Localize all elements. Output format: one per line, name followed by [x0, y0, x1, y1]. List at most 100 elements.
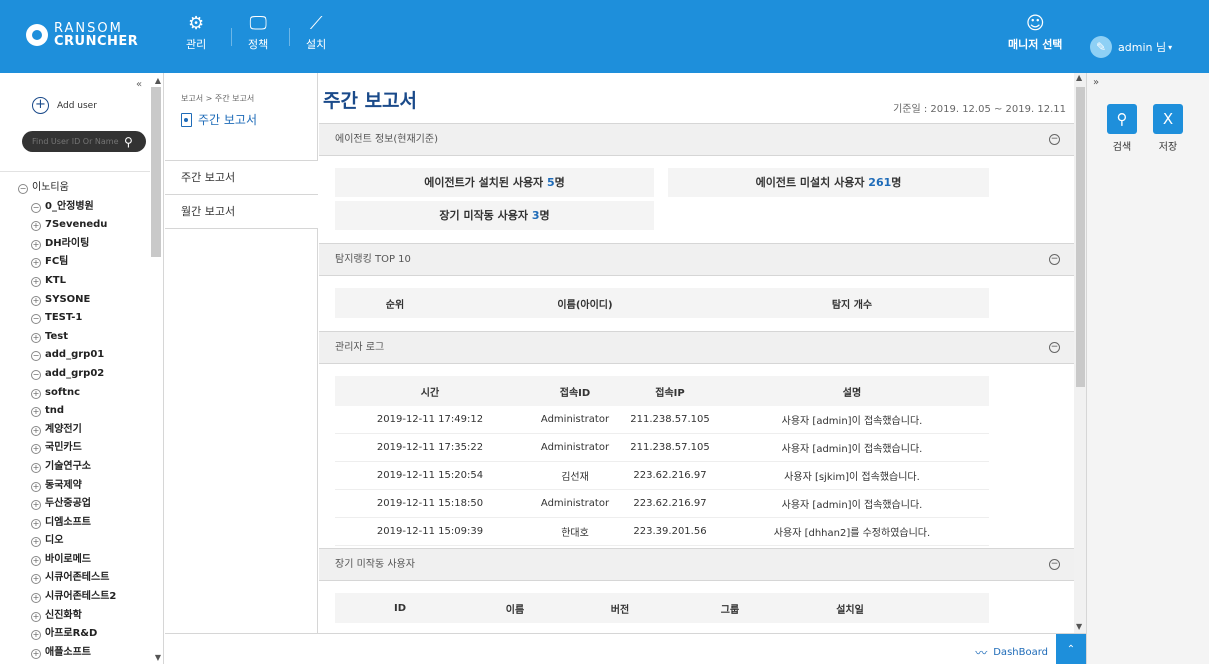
table-cell: 사용자 [admin]이 접속했습니다. — [781, 416, 923, 427]
expand-icon[interactable]: + — [31, 332, 41, 343]
table-row[interactable]: 2019-12-11 15:20:54 김선재 223.62.216.97 사용자 [… — [335, 462, 989, 490]
subnav-title: 주간 보고서 — [181, 111, 257, 128]
dashboard-link[interactable]: 〰 DashBoard — [975, 644, 1048, 661]
tree-node[interactable]: + 애플소프트 — [18, 644, 116, 663]
brand-logo[interactable]: RANSOM CRUNCHER — [26, 22, 138, 48]
expand-icon[interactable]: + — [31, 518, 41, 529]
expand-icon[interactable]: + — [31, 593, 41, 604]
table-cell: 211.238.57.105 — [630, 442, 710, 453]
nav-policy[interactable]: 🖵 정책 — [248, 12, 268, 52]
expand-icon[interactable]: + — [31, 276, 41, 287]
tree-node[interactable]: + SYSONE — [18, 291, 116, 310]
scroll-up-icon[interactable]: ▲ — [155, 76, 161, 85]
stat-count[interactable]: 261 — [868, 176, 891, 189]
table-cell: 211.238.57.105 — [630, 414, 710, 425]
scroll-up-icon[interactable]: ▲ — [1076, 73, 1082, 82]
expand-icon[interactable]: + — [31, 630, 41, 641]
tree-node-label: 신진화학 — [45, 609, 82, 621]
tree-node[interactable]: + softnc — [18, 384, 116, 403]
tree-root-label: 이노티움 — [32, 182, 69, 193]
tree-node[interactable]: + FC팀 — [18, 253, 116, 272]
stat-count[interactable]: 5 — [547, 176, 555, 189]
tree-node[interactable]: + 시큐어존테스트 — [18, 569, 116, 588]
tree-node[interactable]: − add_grp01 — [18, 346, 116, 365]
tree-node[interactable]: + 두산중공업 — [18, 495, 116, 514]
collapse-icon[interactable]: − — [31, 202, 41, 213]
expand-icon[interactable]: + — [31, 407, 41, 418]
expand-icon[interactable]: + — [31, 295, 41, 306]
scroll-top-button[interactable]: ⌃ — [1056, 634, 1086, 664]
tree-node[interactable]: + 아프로R&D — [18, 625, 116, 644]
expand-icon[interactable]: + — [31, 648, 41, 659]
expand-icon[interactable]: + — [31, 221, 41, 232]
expand-icon[interactable]: + — [31, 574, 41, 585]
collapse-icon[interactable]: − — [1049, 134, 1060, 145]
expand-icon[interactable]: + — [31, 462, 41, 473]
table-header: 순위 이름(아이디) 탐지 개수 — [335, 288, 989, 318]
table-row[interactable]: 2019-12-11 15:09:39 한대호 223.39.201.56 사용자 [… — [335, 518, 989, 546]
expand-icon[interactable]: + — [31, 258, 41, 269]
collapse-icon[interactable]: − — [31, 351, 41, 362]
tree-node[interactable]: + KTL — [18, 272, 116, 291]
section-title: 관리자 로그 — [335, 342, 385, 353]
nav-manage[interactable]: ⚙ 관리 — [186, 12, 206, 52]
table-row[interactable]: 2019-12-11 17:35:22 Administrator 211.238.… — [335, 434, 989, 462]
tree-node[interactable]: +7Sevenedu — [18, 216, 116, 235]
tree-node[interactable]: −0_안정병원 — [18, 198, 116, 217]
tree-node-label: softnc — [45, 386, 80, 398]
subnav-item-monthly[interactable]: 월간 보고서 — [165, 194, 318, 229]
collapse-icon[interactable]: − — [1049, 342, 1060, 353]
tree-node-label: FC팀 — [45, 256, 69, 268]
avatar-icon: ✎ — [1090, 36, 1112, 58]
tree-node[interactable]: + 신진화학 — [18, 607, 116, 626]
expand-icon[interactable]: + — [31, 239, 41, 250]
table-row[interactable]: 2019-12-11 17:49:12 Administrator 211.238.… — [335, 406, 989, 434]
manager-select-button[interactable]: ☺ 매니저 선택 — [1008, 12, 1062, 52]
expand-icon[interactable]: + — [31, 555, 41, 566]
tree-node[interactable]: + 디엠소프트 — [18, 514, 116, 533]
tree-node[interactable]: + Test — [18, 328, 116, 347]
tree-node[interactable]: + DH라이팅 — [18, 235, 116, 254]
nav-install[interactable]: ⟋ 설치 — [306, 12, 326, 52]
search-icon[interactable]: ⚲ — [124, 135, 133, 149]
collapse-icon[interactable]: − — [1049, 559, 1060, 570]
tree-node[interactable]: + 기술연구소 — [18, 458, 116, 477]
collapse-icon[interactable]: − — [18, 184, 28, 194]
table-row[interactable]: 2019-12-11 15:18:50 Administrator 223.62.2… — [335, 490, 989, 518]
search-button[interactable]: ⚲ 검색 — [1107, 104, 1137, 153]
collapse-icon[interactable]: − — [31, 314, 41, 325]
add-user-button[interactable]: + Add user — [32, 97, 97, 114]
table-cell: 사용자 [admin]이 접속했습니다. — [781, 444, 923, 455]
expand-icon[interactable]: + — [31, 500, 41, 511]
tree-node[interactable]: + 동국제약 — [18, 477, 116, 496]
expand-icon[interactable]: + — [31, 481, 41, 492]
expand-icon[interactable]: + — [31, 537, 41, 548]
tree-node[interactable]: + tnd — [18, 402, 116, 421]
scrollbar-thumb[interactable] — [1076, 87, 1085, 387]
expand-icon[interactable]: + — [31, 611, 41, 622]
tree-node[interactable]: + 디오 — [18, 532, 116, 551]
save-excel-button[interactable]: X 저장 — [1153, 104, 1183, 153]
subnav-item-weekly[interactable]: 주간 보고서 — [165, 160, 318, 195]
sidebar-scrollbar[interactable] — [151, 87, 161, 257]
tree-node[interactable]: + 계양전기 — [18, 421, 116, 440]
tree-node[interactable]: − add_grp02 — [18, 365, 116, 384]
user-menu[interactable]: ✎ admin 님 ▾ — [1090, 36, 1172, 58]
scroll-down-icon[interactable]: ▼ — [155, 653, 161, 662]
tree-node[interactable]: + 시큐어존테스트2 — [18, 588, 116, 607]
scroll-down-icon[interactable]: ▼ — [1076, 622, 1082, 631]
collapse-icon[interactable]: − — [31, 369, 41, 380]
collapse-icon[interactable]: − — [1049, 254, 1060, 265]
tree-node[interactable]: + 바이로메드 — [18, 551, 116, 570]
tree-root[interactable]: − 이노티움 — [18, 179, 116, 198]
tree-node-label: 기술연구소 — [45, 460, 91, 472]
user-search-input[interactable] — [22, 137, 122, 146]
tree-node[interactable]: + 국민카드 — [18, 439, 116, 458]
expand-icon[interactable]: + — [31, 444, 41, 455]
expand-panel-icon[interactable]: » — [1093, 77, 1099, 88]
tree-node[interactable]: − TEST-1 — [18, 309, 116, 328]
main-scrollbar[interactable]: ▲ ▼ — [1074, 73, 1086, 633]
expand-icon[interactable]: + — [31, 425, 41, 436]
expand-icon[interactable]: + — [31, 388, 41, 399]
collapse-sidebar-icon[interactable]: « — [136, 79, 142, 90]
